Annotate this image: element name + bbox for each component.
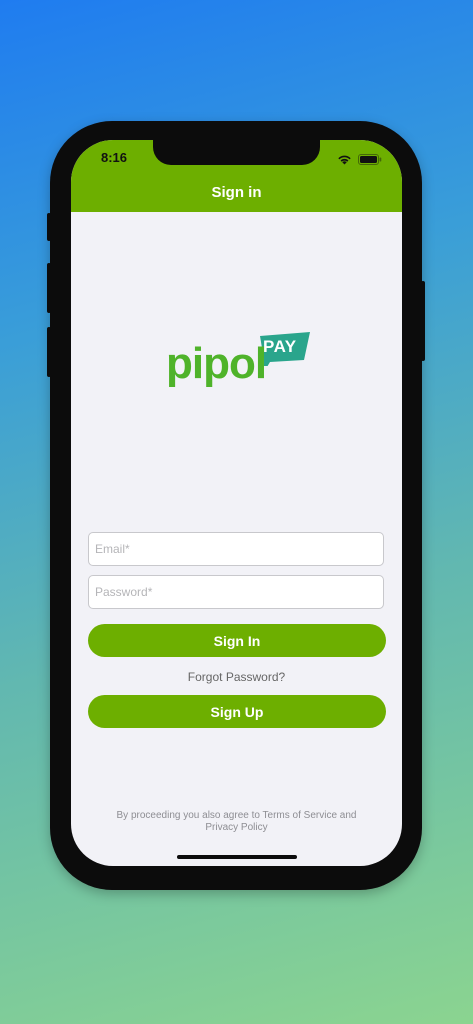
wifi-icon <box>337 152 352 170</box>
logo-badge-text: PAY <box>263 337 297 356</box>
power-button <box>421 281 425 361</box>
navigation-bar: 8:16 Sign in <box>71 140 402 212</box>
password-field[interactable] <box>88 575 384 609</box>
device-notch <box>153 140 320 165</box>
email-field[interactable] <box>88 532 384 566</box>
legal-notice: By proceeding you also agree to Terms of… <box>116 810 357 833</box>
home-indicator[interactable] <box>177 855 297 859</box>
phone-frame: 8:16 Sign in PAY pipol Email* Sign In Fo… <box>47 121 425 890</box>
battery-icon <box>358 152 382 170</box>
forgot-password-link[interactable]: Forgot Password? <box>71 670 402 684</box>
volume-up-button <box>47 263 51 313</box>
pipolpay-logo: PAY pipol <box>166 328 311 408</box>
app-screen: 8:16 Sign in PAY pipol Email* Sign In Fo… <box>71 140 402 866</box>
sign-up-button[interactable]: Sign Up <box>88 695 386 728</box>
page-title: Sign in <box>211 184 262 201</box>
status-time: 8:16 <box>101 150 128 165</box>
logo-wordmark: pipol <box>166 339 267 388</box>
volume-down-button <box>47 327 51 377</box>
mute-switch <box>47 213 51 241</box>
sign-in-button[interactable]: Sign In <box>88 624 386 657</box>
status-icons <box>337 152 382 170</box>
